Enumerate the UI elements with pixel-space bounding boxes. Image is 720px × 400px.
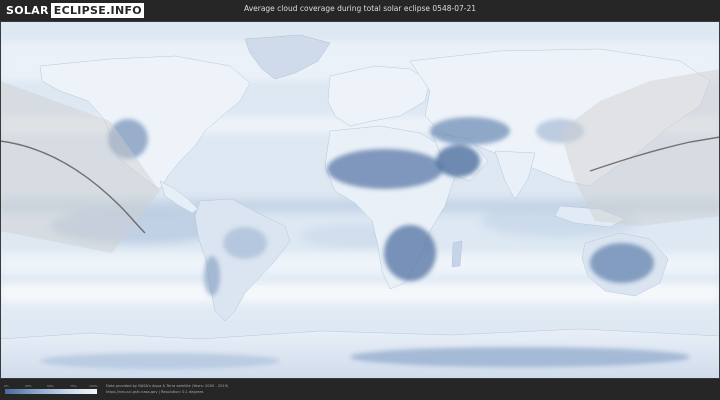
clear-sky-arabia — [436, 145, 480, 177]
cloud-coverage-map — [0, 21, 720, 379]
clear-sky-andes — [204, 256, 220, 296]
clear-sky-antarctic-west — [40, 353, 280, 369]
page-title: Average cloud coverage during total sola… — [244, 4, 476, 13]
clear-sky-sahara — [327, 149, 443, 189]
logo-solar-text: SOLAR — [6, 4, 49, 17]
clear-sky-australia — [590, 243, 654, 283]
cloud-coverage-legend — [5, 389, 97, 394]
clear-sky-central-asia — [430, 117, 510, 145]
legend-tick-0: 0% — [4, 384, 9, 388]
data-source-link[interactable]: https://neo.sci.gsfc.nasa.gov | Resoluti… — [106, 390, 203, 394]
header-bar: SOLAR ECLIPSE.INFO Average cloud coverag… — [0, 0, 720, 21]
footer-bar: 0% 25% 50% 75% 100% Data provided by NAS… — [0, 379, 720, 400]
clear-sky-southern-africa — [384, 225, 436, 281]
clear-sky-brazil — [223, 227, 267, 259]
data-credit: Data provided by NASA's Aqua & Terra sat… — [106, 384, 229, 388]
legend-tick-50: 50% — [47, 384, 54, 388]
legend-tick-25: 25% — [25, 384, 32, 388]
logo-eclipse-text: ECLIPSE.INFO — [50, 3, 144, 18]
clear-sky-antarctic-band — [350, 347, 690, 367]
legend-tick-75: 75% — [70, 384, 77, 388]
site-logo[interactable]: SOLAR ECLIPSE.INFO — [6, 3, 144, 18]
legend-tick-100: 100% — [89, 384, 98, 388]
